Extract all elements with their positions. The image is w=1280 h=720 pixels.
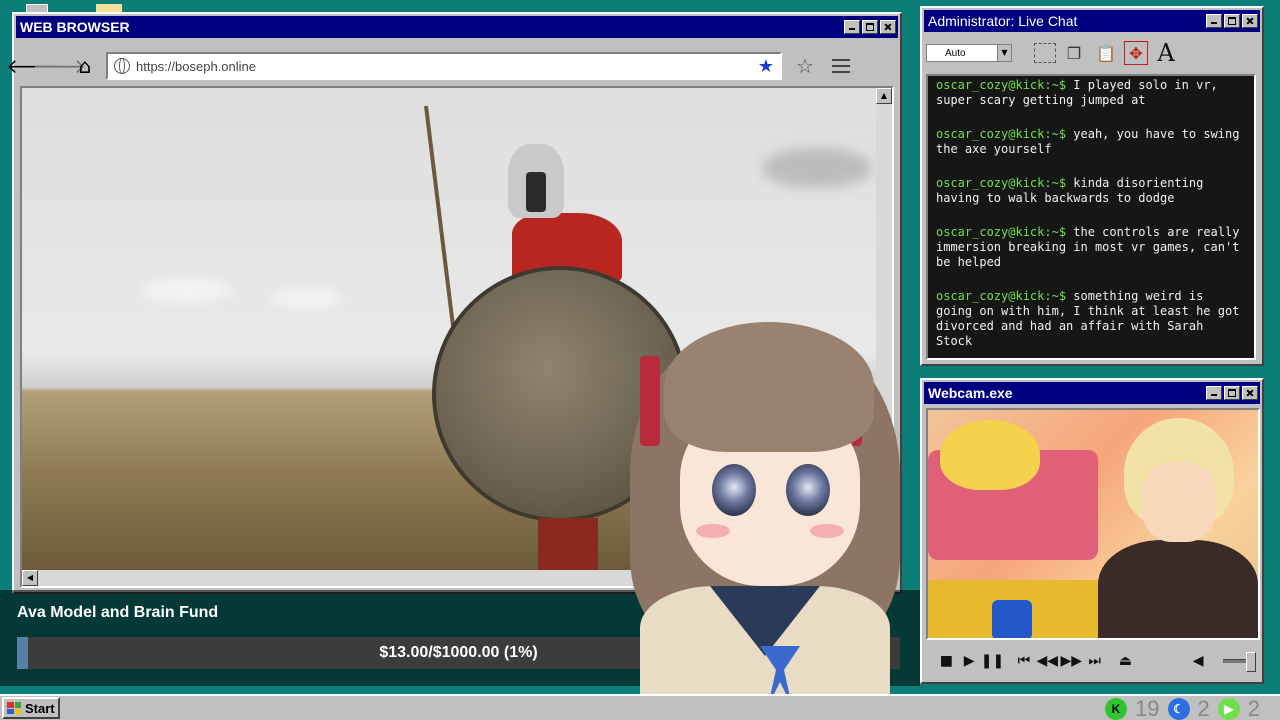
chevron-down-icon[interactable]: ▼ — [997, 45, 1011, 61]
webcam-title: Webcam.exe — [928, 385, 1013, 401]
globe-icon — [114, 58, 130, 74]
chat-message: oscar_cozy@kick:~$ I played solo in vr, … — [936, 78, 1246, 108]
chat-username: oscar_cozy@kick:~$ — [936, 289, 1067, 303]
start-label: Start — [25, 700, 55, 716]
copy-icon[interactable]: ❐ — [1060, 39, 1088, 67]
chat-message: oscar_cozy@kick:~$ yeah, you have to swi… — [936, 127, 1246, 157]
address-bar[interactable]: https://boseph.online ★ — [106, 52, 782, 80]
browser-title: WEB BROWSER — [20, 19, 130, 35]
selection-icon[interactable] — [1034, 43, 1056, 63]
warrior-helmet — [508, 144, 564, 218]
font-size-select[interactable]: Auto ▼ — [926, 44, 1012, 62]
taskbar: Start K 19 ☾ 2 ▶ 2 — [0, 694, 1280, 720]
moon-count: 2 — [1197, 696, 1210, 720]
hamburger-icon[interactable] — [831, 59, 850, 73]
avatar-blush — [810, 524, 844, 538]
paste-icon[interactable]: 📋 — [1092, 39, 1120, 67]
fast-forward-icon[interactable]: ▶▶ — [1060, 652, 1082, 670]
arrow-right-icon[interactable]: 🡒 — [32, 53, 86, 79]
chat-username: oscar_cozy@kick:~$ — [936, 78, 1067, 92]
maximize-button[interactable] — [1224, 14, 1240, 28]
browser-titlebar[interactable]: WEB BROWSER — [16, 16, 898, 38]
warrior-legs — [538, 518, 598, 578]
kick-count: 19 — [1135, 696, 1160, 720]
media-controls: ■ ▶ ❚❚ ⏮ ◀◀ ▶▶ ⏭ ⏏ ◀ — [928, 646, 1256, 676]
maximize-button[interactable] — [862, 20, 878, 34]
play-circle-icon[interactable]: ▶ — [1217, 698, 1240, 720]
minimize-button[interactable] — [1206, 14, 1222, 28]
chat-title: Administrator: Live Chat — [928, 13, 1078, 29]
close-button[interactable] — [880, 20, 896, 34]
font-icon[interactable]: A — [1152, 39, 1180, 67]
kick-icon[interactable]: K — [1105, 698, 1128, 720]
avatar-bangs — [664, 322, 874, 452]
chat-toolbar: Auto ▼ ❐ 📋 ✥ A — [926, 34, 1258, 72]
play-count: 2 — [1247, 696, 1260, 720]
play-icon[interactable]: ▶ — [961, 652, 978, 670]
star-filled-icon[interactable]: ★ — [758, 56, 774, 77]
plush-toy — [940, 420, 1040, 490]
skip-forward-icon[interactable]: ⏭ — [1086, 652, 1103, 670]
webcam-feed — [926, 408, 1260, 640]
mug — [992, 600, 1032, 638]
webcam-window: Webcam.exe ■ ▶ ❚❚ ⏮ ◀◀ ▶▶ ⏭ ⏏ ◀ — [920, 378, 1264, 684]
chat-message: oscar_cozy@kick:~$ something weird is go… — [936, 289, 1246, 349]
close-button[interactable] — [1242, 14, 1258, 28]
chat-window: Administrator: Live Chat Auto ▼ ❐ 📋 ✥ A … — [920, 6, 1264, 366]
chat-message: oscar_cozy@kick:~$ kinda disorienting ha… — [936, 176, 1246, 206]
avatar-eye — [712, 464, 756, 516]
webcam-titlebar[interactable]: Webcam.exe — [924, 382, 1260, 404]
rewind-icon[interactable]: ◀◀ — [1036, 652, 1058, 670]
streamer-body — [1098, 540, 1258, 638]
system-tray: K 19 ☾ 2 ▶ 2 — [1105, 696, 1260, 720]
home-icon[interactable]: ⌂ — [72, 53, 98, 79]
chat-log[interactable]: oscar_cozy@kick:~$ I played solo in vr, … — [926, 74, 1256, 360]
chat-username: oscar_cozy@kick:~$ — [936, 176, 1067, 190]
volume-icon[interactable]: ◀ — [1190, 652, 1207, 670]
close-button[interactable] — [1242, 386, 1258, 400]
chat-titlebar[interactable]: Administrator: Live Chat — [924, 10, 1260, 32]
vtuber-avatar — [620, 316, 910, 720]
pause-icon[interactable]: ❚❚ — [981, 652, 1004, 670]
font-size-value: Auto — [945, 47, 966, 59]
skip-back-icon[interactable]: ⏮ — [1016, 652, 1033, 670]
star-outline-icon[interactable]: ☆ — [796, 54, 814, 78]
scroll-up-icon[interactable]: ▲ — [876, 88, 892, 104]
maximize-button[interactable] — [1224, 386, 1240, 400]
fund-title: Ava Model and Brain Fund — [17, 604, 219, 621]
stop-icon[interactable]: ■ — [938, 652, 955, 670]
url-text: https://boseph.online — [136, 58, 256, 74]
minimize-button[interactable] — [1206, 386, 1222, 400]
chat-username: oscar_cozy@kick:~$ — [936, 127, 1067, 141]
eject-icon[interactable]: ⏏ — [1117, 652, 1134, 670]
chat-username: oscar_cozy@kick:~$ — [936, 225, 1067, 239]
start-button[interactable]: Start — [2, 697, 60, 719]
avatar-eye — [786, 464, 830, 516]
volume-slider[interactable] — [1222, 652, 1256, 672]
scroll-left-icon[interactable]: ◀ — [22, 570, 38, 586]
moon-icon[interactable]: ☾ — [1167, 698, 1190, 720]
browser-navbar: 🡐 🡒 ⌂ https://boseph.online ★ ☆ — [6, 46, 894, 86]
windows-logo-icon — [7, 702, 21, 714]
move-icon[interactable]: ✥ — [1124, 41, 1148, 65]
streamer-face — [1142, 462, 1216, 542]
spear — [424, 105, 458, 345]
avatar-blush — [696, 524, 730, 538]
minimize-button[interactable] — [844, 20, 860, 34]
chat-message: oscar_cozy@kick:~$ the controls are real… — [936, 225, 1246, 270]
avatar-ribbon — [640, 356, 660, 446]
